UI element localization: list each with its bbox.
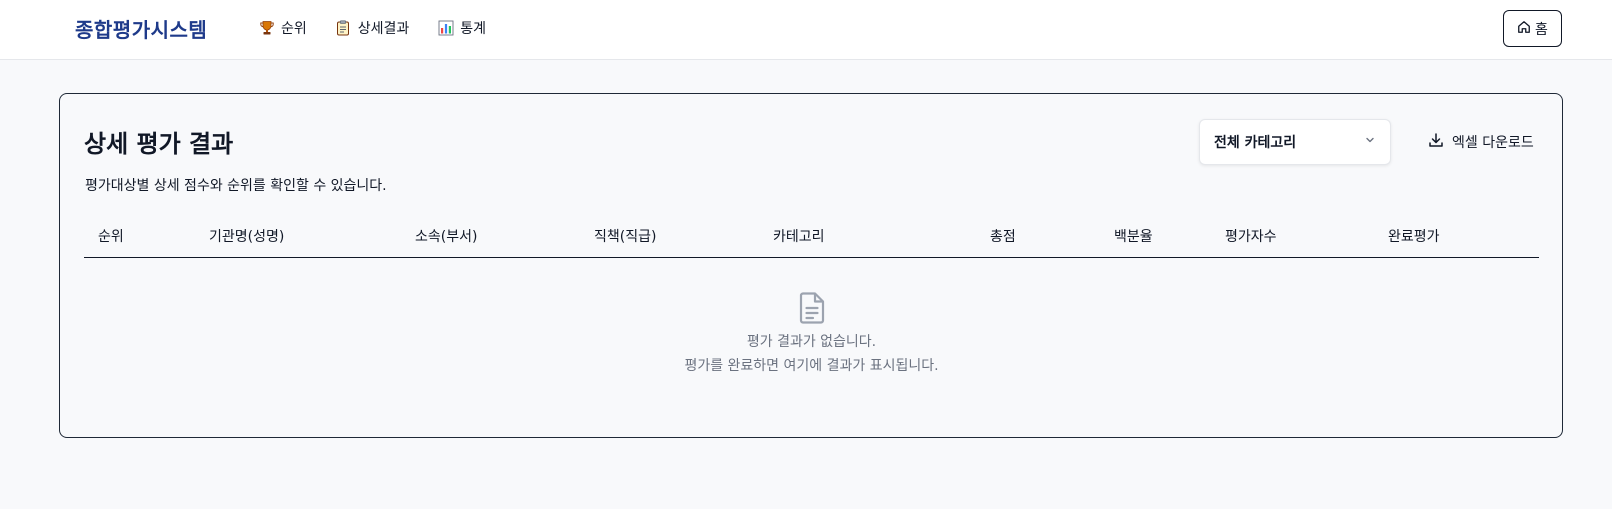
chevron-down-icon	[1364, 134, 1376, 150]
empty-state-message: 평가 결과가 없습니다.	[746, 334, 877, 350]
home-icon	[1517, 20, 1531, 38]
detail-results-card: 상세 평가 결과 평가대상별 상세 점수와 순위를 확인할 수 있습니다. 전체…	[59, 93, 1563, 438]
column-header-department[interactable]: 소속(부서)	[415, 226, 477, 246]
empty-state: 평가 결과가 없습니다. 평가를 완료하면 여기에 결과가 표시됩니다.	[84, 292, 1539, 378]
page-description: 평가대상별 상세 점수와 순위를 확인할 수 있습니다.	[85, 178, 387, 194]
nav-item-ranking[interactable]: 순위	[258, 18, 307, 38]
trophy-icon	[258, 20, 275, 37]
main-nav: 순위 상세결과 통계	[258, 18, 486, 38]
column-header-rank[interactable]: 순위	[98, 226, 124, 246]
column-header-organization[interactable]: 기관명(성명)	[209, 226, 284, 246]
download-icon	[1428, 132, 1444, 152]
nav-item-statistics[interactable]: 통계	[437, 18, 486, 38]
column-header-category[interactable]: 카테고리	[773, 226, 825, 246]
brand-logo-text[interactable]: 종합평가시스템	[75, 14, 207, 43]
nav-item-statistics-label: 통계	[460, 21, 487, 37]
nav-item-detail-results[interactable]: 상세결과	[335, 18, 410, 38]
nav-item-detail-results-label: 상세결과	[357, 21, 410, 37]
category-select-value: 전체 카테고리	[1214, 135, 1297, 151]
home-button[interactable]: 홈	[1503, 10, 1562, 47]
page-title: 상세 평가 결과	[84, 130, 234, 158]
excel-download-label: 엑셀 다운로드	[1452, 135, 1534, 151]
excel-download-button[interactable]: 엑셀 다운로드	[1414, 125, 1548, 159]
home-button-label: 홈	[1535, 21, 1548, 38]
column-header-percentage[interactable]: 백분율	[1114, 226, 1153, 246]
bar-chart-icon	[437, 20, 454, 37]
clipboard-icon	[335, 20, 352, 37]
top-navigation-bar: 종합평가시스템 순위 상세결과 통계 홈	[0, 0, 1612, 60]
column-header-total-score[interactable]: 총점	[990, 226, 1016, 246]
category-select[interactable]: 전체 카테고리	[1199, 119, 1391, 165]
nav-item-ranking-label: 순위	[281, 21, 307, 37]
column-header-position[interactable]: 직책(직급)	[594, 226, 656, 246]
empty-state-hint: 평가를 완료하면 여기에 결과가 표시됩니다.	[684, 358, 939, 374]
column-header-completed[interactable]: 완료평가	[1388, 226, 1440, 246]
column-header-evaluator-count[interactable]: 평가자수	[1225, 226, 1277, 246]
document-icon	[797, 292, 827, 324]
results-table-header: 순위 기관명(성명) 소속(부서) 직책(직급) 카테고리 총점 백분율 평가자…	[84, 214, 1539, 258]
